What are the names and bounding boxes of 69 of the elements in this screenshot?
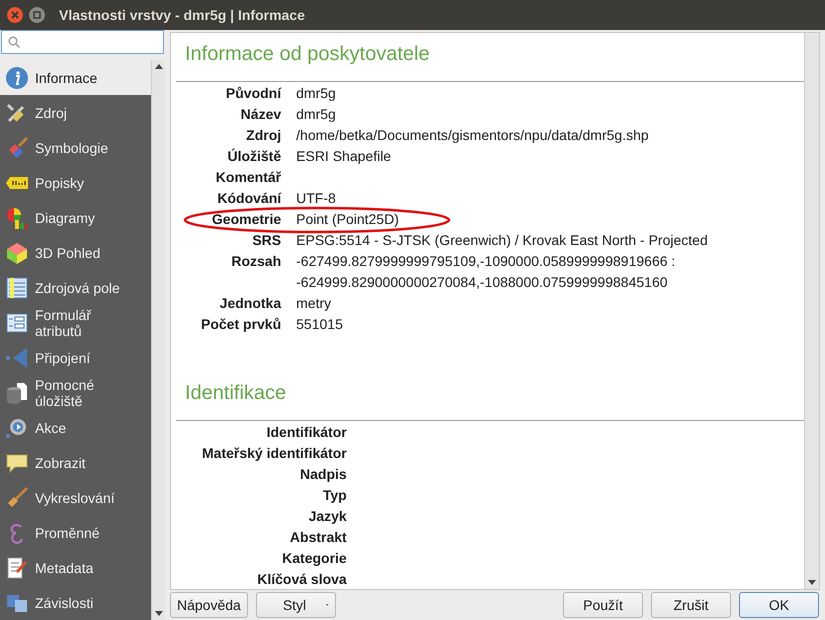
sidebar-item[interactable]: Proměnné	[0, 515, 152, 550]
scrollbar[interactable]	[151, 60, 165, 620]
field-label: Klíčová slova	[257, 571, 347, 587]
dialog-button[interactable]: Použít	[563, 592, 643, 618]
scrollbar[interactable]	[804, 33, 819, 589]
field-label: Geometrie	[212, 211, 282, 227]
search-icon	[8, 36, 20, 48]
field-label: Typ	[322, 487, 347, 503]
field-label: Abstrakt	[290, 529, 347, 545]
cube-icon	[5, 240, 29, 264]
dropdown-button[interactable]: Styl	[256, 592, 336, 618]
field-value: 551015	[296, 316, 343, 332]
field-value: ESRI Shapefile	[296, 148, 392, 164]
scroll-down-icon[interactable]	[154, 611, 163, 616]
info-icon	[5, 66, 29, 90]
field-label: Rozsah	[231, 253, 282, 269]
sidebar-item[interactable]: Pomocné úložiště	[0, 375, 152, 410]
field-label: Jednotka	[220, 295, 282, 311]
field-label: Nadpis	[300, 466, 347, 482]
window-title: Vlastnosti vrstvy - dmr5g | Informace	[59, 7, 305, 23]
search-field[interactable]	[1, 30, 164, 54]
field-value: UTF-8	[296, 190, 336, 206]
document-icon	[5, 556, 29, 580]
field-value: EPSG:5514 - S-JTSK (Greenwich) / Krovak East North - Projected	[296, 232, 708, 248]
sidebar-item[interactable]: Závislosti	[0, 585, 152, 620]
field-label: SRS	[252, 232, 282, 248]
field-label: Původní	[226, 85, 282, 101]
field-label: Mateřský identifikátor	[202, 445, 347, 461]
sidebar-item[interactable]: 3D Pohled	[0, 235, 152, 270]
field-label: Kategorie	[282, 550, 347, 566]
field-label: Kódování	[217, 190, 282, 206]
field-value: Point (Point25D)	[296, 211, 399, 227]
sidebar-item[interactable]: Zobrazit	[0, 445, 152, 480]
sidebar-item[interactable]: Zdroj	[0, 95, 152, 130]
sidebar-item[interactable]: Diagramy	[0, 200, 152, 235]
sidebar-item[interactable]: Připojení	[0, 340, 152, 375]
scroll-down-icon[interactable]	[808, 580, 816, 585]
database-icon	[5, 380, 29, 404]
dialog-button[interactable]: OK	[739, 592, 819, 618]
chart-icon	[5, 206, 29, 230]
sidebar-item[interactable]: Popisky	[0, 165, 152, 200]
sidebar-item[interactable]: Symbologie	[0, 130, 152, 165]
sidebar-item[interactable]: Zdrojová pole	[0, 270, 152, 305]
field-value: dmr5g	[296, 85, 336, 101]
field-value: /home/betka/Documents/gismentors/npu/data/dmr5g.shp	[296, 127, 649, 143]
section-heading: Informace od poskytovatele	[185, 42, 431, 67]
form-icon	[5, 310, 29, 334]
field-label: Identifikátor	[266, 424, 347, 440]
field-label: Zdroj	[246, 127, 282, 143]
section-heading: Identifikace	[185, 381, 288, 406]
field-label: Jazyk	[308, 508, 347, 524]
field-value: metry	[296, 295, 332, 311]
sidebar-item[interactable]: Informace	[0, 60, 152, 95]
sidebar-item[interactable]: Akce	[0, 410, 152, 445]
field-value: dmr5g	[296, 106, 336, 122]
field-label: Úložiště	[227, 148, 282, 164]
table-icon	[5, 276, 29, 300]
sidebar-item[interactable]: Metadata	[0, 550, 152, 585]
field-label: Počet prvků	[201, 316, 282, 332]
maximize-icon[interactable]	[29, 7, 45, 23]
sidebar-item[interactable]: Formulář atributů	[0, 305, 152, 340]
help-button[interactable]: Nápověda	[170, 592, 248, 618]
dialog-button[interactable]: Zrušit	[651, 592, 731, 618]
field-label: Název	[240, 106, 282, 122]
field-label: Komentář	[216, 169, 282, 185]
scroll-up-icon[interactable]	[154, 64, 163, 69]
caret-icon	[326, 603, 329, 607]
close-icon[interactable]	[7, 7, 23, 23]
sidebar-item[interactable]: Vykreslování	[0, 480, 152, 515]
